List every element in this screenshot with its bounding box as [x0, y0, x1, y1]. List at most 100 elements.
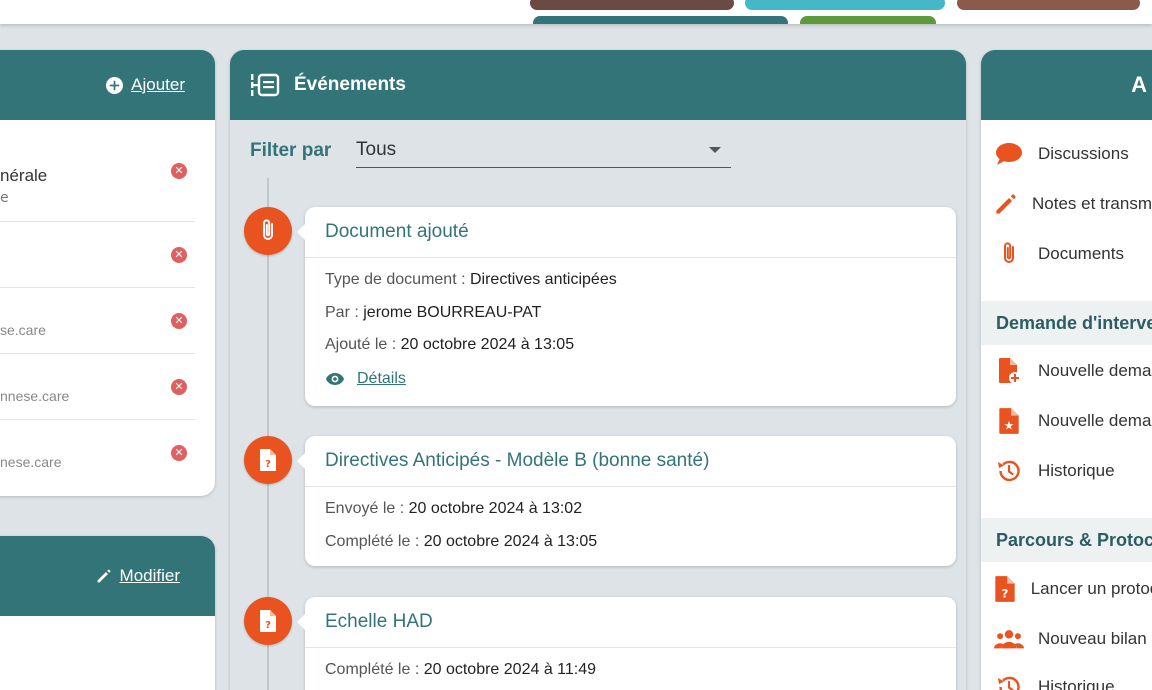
top-pill[interactable]: [530, 0, 734, 10]
action-notes[interactable]: Notes et transmissions: [981, 184, 1152, 224]
event-paperclip-badge: [244, 207, 292, 255]
participant-item[interactable]: nérale e ✕: [0, 120, 195, 222]
info-header: Modifier: [0, 536, 215, 616]
participant-item[interactable]: se.care ✕: [0, 288, 195, 354]
action-label: Discussions: [1038, 144, 1129, 163]
top-pill[interactable]: [957, 0, 1140, 10]
file-question-icon: ?: [260, 449, 276, 471]
row-key: Par :: [325, 303, 364, 321]
action-label: Nouvelle demande: [1038, 361, 1152, 380]
remove-participant-button[interactable]: ✕: [171, 247, 187, 263]
event-title: Document ajouté: [305, 207, 956, 258]
edit-button[interactable]: Modifier: [96, 566, 180, 586]
remove-participant-button[interactable]: ✕: [171, 163, 187, 179]
event-row: Envoyé le : 20 octobre 2024 à 13:02: [325, 493, 936, 526]
info-panel: Modifier: [0, 536, 215, 690]
participant-list: nérale e ✕ ✕ se.care ✕ nnese.care ✕ nese…: [0, 120, 215, 486]
pencil-icon: [996, 194, 1016, 214]
users-icon: [994, 630, 1024, 649]
action-protocol-history[interactable]: Historique: [981, 667, 1152, 690]
top-pill[interactable]: [745, 0, 945, 10]
participant-item[interactable]: nnese.care ✕: [0, 354, 195, 420]
details-link[interactable]: Détails: [325, 370, 936, 388]
participant-email: se.care: [0, 322, 46, 338]
caret-down-icon: [709, 147, 721, 153]
action-documents[interactable]: Documents: [981, 234, 1152, 274]
action-history[interactable]: Historique: [981, 451, 1152, 491]
action-new-request[interactable]: Nouvelle demande: [981, 351, 1152, 391]
actions-title: A: [1131, 72, 1147, 97]
action-label: Historique: [1038, 461, 1115, 480]
action-discussions[interactable]: Discussions: [981, 134, 1152, 174]
svg-text:?: ?: [265, 620, 271, 631]
events-title: Événements: [294, 74, 406, 95]
history-icon: [998, 676, 1020, 690]
event-card: Echelle HAD Complété le : 20 octobre 202…: [297, 597, 956, 690]
file-question-icon: ?: [260, 610, 276, 632]
timeline-list-icon: [251, 73, 280, 97]
row-value: jerome BOURREAU-PAT: [363, 303, 542, 321]
event-form-badge: ?: [244, 597, 292, 645]
pencil-icon: [97, 569, 110, 583]
section-demande: Demande d'intervention: [981, 301, 1152, 345]
file-star-icon: ★: [999, 408, 1019, 434]
file-plus-icon: [999, 358, 1021, 384]
chat-bubble-icon: [996, 143, 1022, 165]
row-key: Complété le :: [325, 661, 424, 678]
filter-select[interactable]: Tous: [356, 136, 731, 168]
action-label: Nouveau bilan: [1038, 629, 1147, 648]
event-row: Type de document : Directives anticipées: [325, 264, 936, 297]
event-form-badge: ?: [244, 436, 292, 484]
paperclip-icon: [263, 219, 273, 240]
action-new-assessment[interactable]: Nouveau bilan: [981, 619, 1152, 659]
event-row: Complété le : 20 octobre 2024 à 13:05: [325, 526, 936, 559]
filter-label: Filter par: [250, 140, 332, 161]
row-key: Envoyé le :: [325, 500, 409, 517]
svg-text:?: ?: [1002, 587, 1009, 601]
actions-panel: A Discussions Notes et transmissions Doc…: [981, 50, 1152, 690]
top-pill[interactable]: [533, 16, 788, 24]
participant-item[interactable]: ✕: [0, 222, 195, 288]
participants-panel: Ajouter nérale e ✕ ✕ se.care ✕ nnese.car…: [0, 50, 215, 496]
event-title: Directives Anticipés - Modèle B (bonne s…: [305, 436, 956, 487]
participants-header: Ajouter: [0, 50, 215, 120]
row-value: 20 octobre 2024 à 11:49: [423, 661, 597, 678]
row-value: 20 octobre 2024 à 13:05: [400, 336, 575, 353]
events-header: Événements: [230, 50, 966, 120]
action-new-request-star[interactable]: ★ Nouvelle demande: [981, 401, 1152, 441]
section-parcours: Parcours & Protocoles: [981, 518, 1152, 562]
edit-label: Modifier: [119, 566, 180, 585]
row-value: Directives anticipées: [469, 271, 617, 288]
event-card: Document ajouté Type de document : Direc…: [297, 207, 956, 406]
plus-circle-icon: [106, 76, 124, 94]
participant-item[interactable]: nese.care ✕: [0, 420, 195, 486]
file-question-icon: ?: [995, 576, 1016, 602]
event-row: Par : jerome BOURREAU-PAT: [325, 297, 936, 330]
remove-participant-button[interactable]: ✕: [171, 379, 187, 395]
remove-participant-button[interactable]: ✕: [171, 445, 187, 461]
action-label: Historique: [1038, 677, 1115, 690]
action-label: Notes et transmissions: [1032, 194, 1152, 213]
action-label: Lancer un protocole: [1030, 579, 1152, 598]
top-bar: [0, 0, 1152, 24]
participant-email: nnese.care: [0, 388, 70, 404]
filter-row: Filter par Tous: [250, 139, 731, 168]
top-pill[interactable]: [800, 16, 936, 24]
action-label: Nouvelle demande: [1038, 411, 1152, 430]
event-title: Echelle HAD: [305, 597, 956, 648]
row-key: Ajouté le :: [325, 336, 401, 353]
event-card: Directives Anticipés - Modèle B (bonne s…: [297, 436, 956, 566]
filter-value: Tous: [356, 139, 397, 160]
svg-text:★: ★: [1004, 419, 1015, 433]
action-launch-protocol[interactable]: ? Lancer un protocole: [981, 569, 1152, 609]
action-label: Documents: [1038, 244, 1124, 263]
row-key: Type de document :: [325, 271, 470, 288]
details-label: Détails: [357, 369, 406, 387]
participant-email: nese.care: [0, 454, 62, 470]
actions-header: A: [981, 50, 1152, 120]
svg-text:?: ?: [265, 459, 271, 470]
add-participant-button[interactable]: Ajouter: [106, 75, 185, 95]
remove-participant-button[interactable]: ✕: [171, 313, 187, 329]
participant-subtitle: e: [0, 190, 9, 206]
event-row: Ajouté le : 20 octobre 2024 à 13:05: [325, 329, 936, 362]
